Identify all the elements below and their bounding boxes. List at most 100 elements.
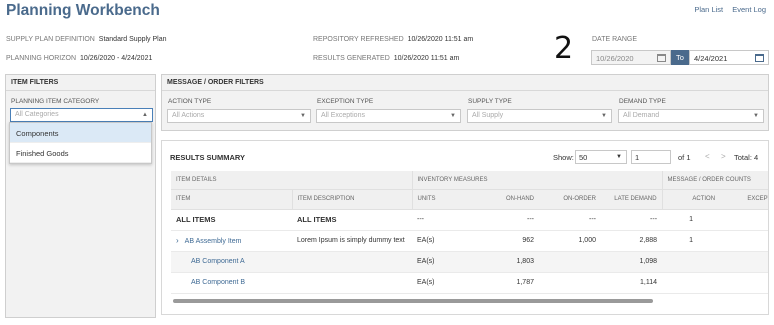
table-row[interactable]: AB Component A EA(s) 1,803 1,098 (171, 251, 768, 273)
item-cell: AB Component B (171, 272, 292, 294)
horizontal-scrollbar[interactable] (173, 299, 653, 303)
column-header-late-demand[interactable]: LATE DEMAND (601, 189, 663, 210)
action-count-cell (662, 251, 721, 273)
table-group-header-row: ITEM DETAILS INVENTORY MEASURES MESSAGE … (171, 171, 768, 190)
column-header-exceptions[interactable]: EXCEPTIONS (720, 189, 768, 210)
exception-type-value: All Exceptions (321, 112, 365, 119)
event-log-link[interactable]: Event Log (732, 5, 766, 14)
exception-type-label: EXCEPTION TYPE (317, 98, 374, 105)
calendar-icon[interactable] (657, 54, 666, 62)
chevron-right-icon[interactable]: › (176, 236, 179, 245)
annotation-marker-2: 2 (554, 31, 574, 66)
supply-type-select[interactable]: All Supply ▼ (467, 109, 612, 123)
on-hand-cell: 1,803 (474, 251, 539, 273)
date-to-label: To (671, 50, 689, 65)
planning-item-category-select[interactable]: All Categories ▲ (10, 108, 153, 122)
page-size-select[interactable]: 50 ▼ (575, 150, 627, 164)
results-summary-panel: RESULTS SUMMARY Show: 50 ▼ 1 of 1 < > To… (161, 140, 769, 315)
exception-type-select[interactable]: All Exceptions ▼ (316, 109, 461, 123)
units-cell: EA(s) (412, 230, 474, 252)
description-cell (292, 251, 412, 273)
results-generated: RESULTS GENERATED 10/26/2020 11:51 am (313, 55, 459, 62)
description-cell: ALL ITEMS (292, 209, 412, 231)
item-details-group-header: ITEM DETAILS (171, 171, 412, 190)
column-header-units[interactable]: UNITS (411, 189, 474, 210)
on-order-cell: --- (539, 209, 601, 231)
units-cell: EA(s) (412, 272, 474, 294)
chevron-up-icon[interactable]: ▲ (142, 112, 148, 118)
previous-page-icon[interactable]: < (705, 152, 710, 161)
action-count-cell: 1 (662, 230, 721, 252)
item-cell: ALL ITEMS (171, 209, 292, 231)
page-count-label: of 1 (678, 153, 691, 162)
page-title: Planning Workbench (6, 2, 160, 19)
date-to-value: 4/24/2021 (694, 54, 728, 63)
column-header-item[interactable]: ITEM (171, 189, 292, 210)
column-header-action[interactable]: ACTION (661, 189, 721, 210)
page-size-value: 50 (579, 153, 588, 162)
planning-item-category-placeholder: All Categories (15, 111, 59, 118)
planning-horizon-label: PLANNING HORIZON (6, 55, 77, 62)
column-header-description[interactable]: ITEM DESCRIPTION (291, 189, 412, 210)
exceptions-count-cell (720, 272, 768, 294)
chevron-down-icon[interactable]: ▼ (450, 113, 456, 119)
item-link[interactable]: AB Component B (191, 279, 245, 286)
repository-refreshed-label: REPOSITORY REFRESHED (313, 36, 404, 43)
on-order-cell (539, 272, 601, 294)
item-cell: › AB Assembly Item (171, 230, 292, 252)
column-header-on-order[interactable]: ON-ORDER (539, 189, 601, 210)
on-hand-cell: 1,787 (474, 272, 539, 294)
plan-list-link[interactable]: Plan List (694, 5, 723, 14)
chevron-down-icon[interactable]: ▼ (753, 113, 759, 119)
inventory-measures-group-header: INVENTORY MEASURES (411, 171, 663, 190)
item-filters-panel: ITEM FILTERS PLANNING ITEM CATEGORY All … (5, 74, 156, 318)
late-demand-cell: 1,098 (601, 251, 663, 273)
results-summary-title: RESULTS SUMMARY (170, 153, 245, 162)
results-table: ITEM DETAILS INVENTORY MEASURES MESSAGE … (171, 171, 768, 294)
on-order-cell (539, 251, 601, 273)
action-type-label: ACTION TYPE (168, 98, 212, 105)
calendar-icon[interactable] (755, 54, 764, 62)
demand-type-value: All Demand (623, 112, 660, 119)
item-cell: AB Component A (171, 251, 292, 273)
item-link[interactable]: AB Assembly Item (185, 238, 242, 245)
table-row: ALL ITEMS ALL ITEMS --- --- --- --- 1 (171, 209, 768, 231)
message-counts-group-header: MESSAGE / ORDER COUNTS (661, 171, 768, 190)
results-generated-value: 10/26/2020 11:51 am (393, 55, 460, 62)
table-row[interactable]: › AB Assembly Item Lorem Ipsum is simply … (171, 230, 768, 252)
chevron-down-icon[interactable]: ▼ (601, 113, 607, 119)
item-filters-title: ITEM FILTERS (6, 75, 155, 91)
top-links: Plan List Event Log (687, 5, 766, 14)
late-demand-cell: 1,114 (601, 272, 663, 294)
supply-plan-value: Standard Supply Plan (98, 36, 167, 43)
results-generated-label: RESULTS GENERATED (313, 55, 390, 62)
date-range-label: DATE RANGE (592, 36, 637, 43)
dropdown-option-components[interactable]: Components (10, 123, 151, 143)
date-from-value: 10/26/2020 (596, 54, 634, 63)
demand-type-select[interactable]: All Demand ▼ (618, 109, 764, 123)
next-page-icon[interactable]: > (721, 152, 726, 161)
dropdown-option-finished-goods[interactable]: Finished Goods (10, 143, 151, 163)
action-count-cell: 1 (662, 209, 721, 231)
units-cell: EA(s) (412, 251, 474, 273)
page-number-input[interactable]: 1 (631, 150, 671, 164)
item-link[interactable]: AB Component A (191, 258, 245, 265)
chevron-down-icon[interactable]: ▼ (616, 154, 622, 160)
table-row[interactable]: AB Component B EA(s) 1,787 1,114 (171, 272, 768, 294)
date-to-input[interactable]: 4/24/2021 (689, 50, 769, 65)
repository-refreshed-value: 10/26/2020 11:51 am (407, 36, 474, 43)
action-type-value: All Actions (172, 112, 205, 119)
late-demand-cell: 2,888 (601, 230, 663, 252)
units-cell: --- (412, 209, 474, 231)
description-cell: Lorem Ipsum is simply dummy text (292, 230, 412, 252)
column-header-on-hand[interactable]: ON-HAND (474, 189, 539, 210)
category-dropdown-menu: Components Finished Goods (9, 122, 152, 164)
order-filters-title: MESSAGE / ORDER FILTERS (162, 75, 768, 91)
description-cell (292, 272, 412, 294)
demand-type-label: DEMAND TYPE (619, 98, 666, 105)
chevron-down-icon[interactable]: ▼ (300, 113, 306, 119)
date-from-input[interactable]: 10/26/2020 (591, 50, 671, 65)
supply-plan-label: SUPPLY PLAN DEFINITION (6, 36, 95, 43)
exceptions-count-cell (720, 209, 768, 231)
action-type-select[interactable]: All Actions ▼ (167, 109, 311, 123)
